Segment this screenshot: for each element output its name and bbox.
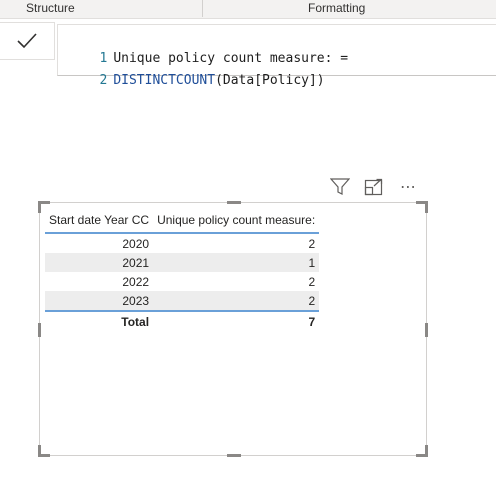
year-cell: 2023 (45, 291, 154, 311)
filter-icon[interactable] (330, 177, 350, 197)
resize-handle[interactable] (227, 201, 241, 204)
structure-group-label: Structure (26, 1, 75, 15)
table-row[interactable]: 2020 2 (45, 233, 319, 253)
formatting-group-label: Formatting (308, 1, 366, 15)
resize-handle[interactable] (416, 201, 428, 213)
year-cell: 2022 (122, 274, 150, 289)
table-row[interactable]: 2022 2 (45, 272, 319, 291)
more-options-icon[interactable]: ⋯ (398, 177, 418, 197)
year-cell: 2021 (45, 253, 154, 272)
formula-editor[interactable]: 1 Unique policy count measure: = 2 DISTINC… (57, 24, 496, 88)
count-cell: 2 (308, 236, 316, 251)
resize-handle[interactable] (227, 454, 241, 457)
resize-handle[interactable] (38, 445, 50, 457)
formula-line-2: 2 DISTINCTCOUNT(Data[Policy]) (58, 51, 324, 88)
function-name: DISTINCTCOUNT (113, 73, 216, 88)
line-number: 2 (99, 73, 108, 88)
checkmark-icon (17, 33, 37, 49)
ribbon-divider (202, 0, 203, 17)
count-cell: 2 (308, 274, 316, 289)
ribbon-group-labels: Structure Formatting (0, 0, 496, 19)
column-header-start-date-year[interactable]: Start date Year CC (45, 208, 154, 234)
data-table: Start date Year CC Unique policy count m… (45, 208, 320, 331)
commit-formula-button[interactable] (0, 22, 55, 60)
table-row[interactable]: 2023 2 (45, 291, 320, 311)
table-visual[interactable]: Start date Year CC Unique policy count m… (38, 201, 428, 457)
column-header-unique-policy-count[interactable]: Unique policy count measure: (153, 208, 320, 234)
total-row: Total 7 (45, 310, 320, 331)
more-options-glyph: ⋯ (400, 179, 416, 196)
year-cell: 2020 (122, 236, 150, 251)
count-cell: 1 (153, 253, 320, 272)
formula-line-1: 1 Unique policy count measure: = (58, 29, 348, 66)
table-header-row: Start date Year CC Unique policy count m… (45, 208, 320, 234)
resize-handle[interactable] (425, 323, 428, 337)
total-value: 7 (153, 310, 320, 331)
table-row[interactable]: 2021 1 (45, 253, 320, 272)
function-arguments: (Data[Policy]) (215, 73, 325, 88)
count-cell: 2 (153, 291, 320, 311)
visual-header: ⋯ (330, 177, 418, 197)
focus-mode-icon[interactable] (364, 177, 384, 197)
resize-handle[interactable] (416, 445, 428, 457)
total-label: Total (45, 310, 154, 331)
resize-handle[interactable] (38, 323, 41, 337)
